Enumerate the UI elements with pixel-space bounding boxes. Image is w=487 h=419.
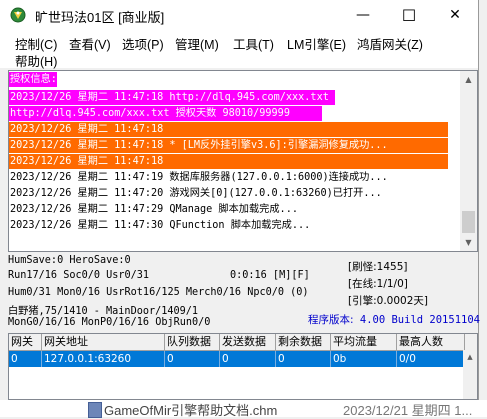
column-gateway[interactable]: 网关 [9,334,42,350]
log-line: 2023/12/26 星期二 11:47:29 QManage 脚本加载完成..… [10,204,298,215]
log-line: 2023/12/26 星期二 11:47:18 [9,154,448,169]
cell-remaining: 0 [276,351,331,367]
engine-counter: 引擎:0.0002天 [348,293,428,308]
log-line: 2023/12/26 星期二 11:47:18 [9,122,448,137]
log-line: 2023/12/26 星期二 11:47:20 游戏网关[0](127.0.0.… [10,188,382,199]
log-line: http://dlq.945.com/xxx.txt 授权天数 98010/99… [9,106,322,121]
status-line-monster: 白野猪,75/1410 - MainDoor/1409/1 [8,306,199,317]
title-bar[interactable]: 旷世玛法01区 [商业版] — ☐ ✕ [0,0,478,30]
table-scrollbar[interactable]: ▲ [463,350,477,399]
scroll-down-icon[interactable]: ▼ [460,234,477,251]
window-title: 旷世玛法01区 [商业版] [35,10,165,25]
maximize-button[interactable]: ☐ [386,0,432,30]
status-time: 0:0:16 [M][F] [230,270,310,281]
column-max-users[interactable]: 最高人数 [397,334,465,350]
minimize-icon: — [356,7,370,23]
log-line: 2023/12/26 星期二 11:47:19 数据库服务器(127.0.0.1… [10,172,388,183]
status-panel: HumSave:0 HeroSave:0 Run17/16 Soc0/0 Usr… [8,254,480,332]
app-icon [10,7,26,23]
log-line: 2023/12/26 星期二 11:47:18 * [LM反外挂引擎v3.6]:… [9,138,448,153]
cell-sent: 0 [220,351,276,367]
cell-avg-traffic: 0b [331,351,397,367]
minimize-button[interactable]: — [340,0,386,30]
refresh-counter: 刷怪:1455 [348,259,407,274]
maximize-icon: ☐ [401,5,417,25]
status-line-run: Run17/16 Soc0/0 Usr0/31 [8,270,150,281]
table-header: 网关 网关地址 队列数据 发送数据 剩余数据 平均流量 最高人数 [9,334,477,351]
close-button[interactable]: ✕ [432,0,478,30]
cell-max-users: 0/0 [397,351,465,367]
status-line-save: HumSave:0 HeroSave:0 [8,255,131,266]
column-sent[interactable]: 发送数据 [220,334,276,350]
menu-bar: 控制(C) 查看(V) 选项(P) 管理(M) 工具(T) LM引擎(E) 鸿盾… [0,30,478,70]
menu-view[interactable]: 查看(V) [69,34,111,53]
menu-options[interactable]: 选项(P) [122,34,164,53]
status-line-hum: Hum0/31 Mon0/16 UsrRot16/125 Merch0/16 N… [8,287,309,298]
program-version: 程序版本: 4.00 Build 20151104 [308,312,480,327]
scroll-thumb[interactable] [462,211,475,233]
gateway-table[interactable]: 网关 网关地址 队列数据 发送数据 剩余数据 平均流量 最高人数 0 127.0… [8,333,478,400]
column-address[interactable]: 网关地址 [42,334,165,350]
column-avg-traffic[interactable]: 平均流量 [331,334,397,350]
online-counter: 在线:1/1/0 [348,276,408,291]
column-remaining[interactable]: 剩余数据 [276,334,331,350]
log-scrollbar[interactable]: ▲ ▼ [460,71,477,251]
close-icon: ✕ [449,7,461,23]
log-line: 2023/12/26 星期二 11:47:30 QFunction 脚本加载完成… [10,220,311,231]
log-line: 2023/12/26 星期二 11:47:18 http://dlq.945.c… [9,90,335,105]
menu-manage[interactable]: 管理(M) [175,34,219,53]
background-filename: GameOfMir引擎帮助文档.chm [104,403,278,418]
menu-tools[interactable]: 工具(T) [233,34,274,53]
status-line-mon: MonG0/16/16 MonP0/16/16 ObjRun0/0 [8,317,211,328]
menu-help[interactable]: 帮助(H) [15,51,57,70]
server-window: 旷世玛法01区 [商业版] — ☐ ✕ 控制(C) 查看(V) 选项(P) 管理… [0,0,480,400]
menu-gateway[interactable]: 鸿盾网关(Z) [357,34,423,53]
background-explorer-row: GameOfMir引擎帮助文档.chm 2023/12/21 星期四 1... [0,400,487,418]
cell-address: 127.0.0.1:63260 [42,351,165,367]
help-file-icon [88,402,102,418]
version-value: 4.00 Build 20151104 [359,314,480,326]
log-line: 授权信息: [9,72,57,87]
table-row[interactable]: 0 127.0.0.1:63260 0 0 0 0b 0/0 [9,351,465,367]
log-panel[interactable]: 2023/12/26 星期二 11:47:30 QFunction 脚本加载完成… [8,70,478,252]
version-label: 程序版本: [308,314,354,326]
cell-gateway: 0 [9,351,42,367]
scroll-up-icon[interactable]: ▲ [460,71,477,88]
column-queue[interactable]: 队列数据 [165,334,220,350]
cell-queue: 0 [165,351,220,367]
background-date: 2023/12/21 星期四 1... [343,403,473,418]
scroll-up-icon[interactable]: ▲ [463,350,477,364]
menu-lm-engine[interactable]: LM引擎(E) [287,34,346,53]
